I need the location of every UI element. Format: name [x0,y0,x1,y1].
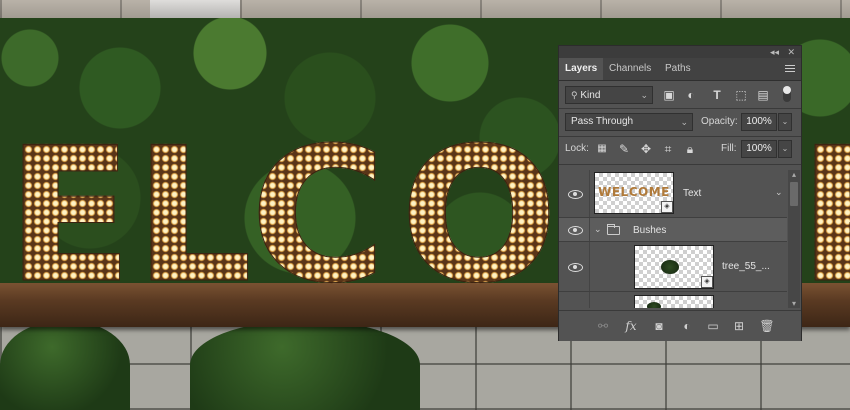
shape-filter-icon[interactable]: ⬚ [734,88,748,102]
lock-all-icon[interactable]: 🔒︎ [683,142,697,156]
opacity-label: Opacity: [701,116,738,127]
panel-menu-icon[interactable] [785,63,795,73]
marquee-letter: O [399,107,559,324]
opacity-dropdown-button[interactable]: ⌄ [778,113,792,131]
smart-object-icon: ◈ [701,276,713,288]
layers-panel: ◂◂ ✕ Layers Channels Paths ⚲ Kind ⌄ ▣ ◐ … [558,45,802,341]
thumbnail-text: WELCOME [598,185,670,199]
panel-titlebar: ◂◂ ✕ [559,46,801,58]
type-filter-icon[interactable]: T [710,88,724,102]
blend-mode-value: Pass Through [571,116,634,127]
layer-name: Text [683,188,702,199]
eye-icon[interactable] [567,189,583,199]
fill-label: Fill: [721,143,737,154]
lock-label: Lock: [565,143,589,154]
fill-input[interactable]: 100% [741,140,777,158]
scroll-down-icon[interactable]: ▾ [788,299,800,308]
marquee-letter: E [797,122,850,309]
fill-dropdown-button[interactable]: ⌄ [778,140,792,158]
layer-row[interactable] [559,292,787,308]
smart-object-icon: ◈ [661,201,673,213]
link-layers-icon[interactable]: ⚯ [595,319,611,333]
filter-toggle[interactable] [783,86,791,102]
adjustment-filter-icon[interactable]: ◐ [684,88,698,102]
search-icon: ⚲ [571,90,578,100]
lock-paint-icon[interactable]: ✎ [617,142,631,156]
front-bush [190,320,420,410]
layer-thumbnail: WELCOME ◈ [594,172,674,214]
fx-icon[interactable]: fx [623,319,639,333]
double-chevron-icon[interactable]: ◂◂ [770,46,779,58]
eye-icon[interactable] [567,225,583,235]
lock-transparency-icon[interactable]: ▦ [595,142,609,156]
layer-mask-icon[interactable]: ◙ [651,319,667,333]
panel-tabs: Layers Channels Paths [559,58,801,81]
chevron-down-icon: ⌄ [680,117,688,127]
opacity-input[interactable]: 100% [741,113,777,131]
divider [559,108,801,109]
layers-list: WELCOME ◈ Text ⌄ ⌄ Bushes ◈ tree_55_... [559,170,787,308]
front-bush [0,320,130,410]
layer-name: tree_55_... [722,261,770,272]
close-icon[interactable]: ✕ [787,46,795,58]
folder-icon [607,224,620,235]
layer-name: Bushes [633,225,667,236]
new-group-icon[interactable]: ▭ [705,319,721,333]
divider [559,136,801,137]
chevron-down-icon: ⌄ [640,90,648,100]
lock-row: Lock: ▦ ✎ ✥ ⌗ 🔒︎ Fill: 100% ⌄ [559,140,801,158]
visibility-column [559,292,590,308]
smart-object-filter-icon[interactable]: ▤ [756,88,770,102]
chevron-down-icon[interactable]: ⌄ [594,224,602,235]
lock-position-icon[interactable]: ✥ [639,142,653,156]
image-filter-icon[interactable]: ▣ [662,88,676,102]
lock-artboard-icon[interactable]: ⌗ [661,142,675,156]
tab-layers[interactable]: Layers [559,58,604,80]
filter-kind-select[interactable]: ⚲ Kind ⌄ [565,86,653,104]
marquee-letter: C [250,107,388,324]
tab-channels[interactable]: Channels [603,58,657,80]
layer-thumbnail: ◈ [634,245,714,289]
marquee-letter: L [134,107,254,324]
blend-row: Pass Through ⌄ Opacity: 100% ⌄ [559,113,801,131]
tab-paths[interactable]: Paths [659,58,697,80]
filter-kind-label: Kind [580,90,601,101]
adjustment-layer-icon[interactable]: ◐ [679,319,695,333]
scroll-up-icon[interactable]: ▴ [788,170,800,179]
layer-row[interactable]: WELCOME ◈ Text ⌄ [559,170,787,218]
delete-icon[interactable]: 🗑︎ [759,319,775,333]
layer-row[interactable]: ◈ tree_55_... [559,242,787,292]
blend-mode-select[interactable]: Pass Through ⌄ [565,113,693,131]
tree-image [661,260,679,274]
divider [559,164,801,165]
layer-group-row[interactable]: ⌄ Bushes [559,218,787,242]
marquee-letter: E [5,107,134,324]
eye-icon[interactable] [567,262,583,272]
tree-image [647,302,661,308]
filter-row: ⚲ Kind ⌄ ▣ ◐ T ⬚ ▤ [559,86,801,104]
scrollbar-thumb[interactable] [790,182,798,206]
panel-footer: ⚯ fx ◙ ◐ ▭ ⊞ 🗑︎ [559,310,801,341]
chevron-down-icon[interactable]: ⌄ [775,187,783,198]
layers-scrollbar[interactable]: ▴ ▾ [788,170,800,308]
new-layer-icon[interactable]: ⊞ [731,319,747,333]
layer-thumbnail [634,295,714,308]
